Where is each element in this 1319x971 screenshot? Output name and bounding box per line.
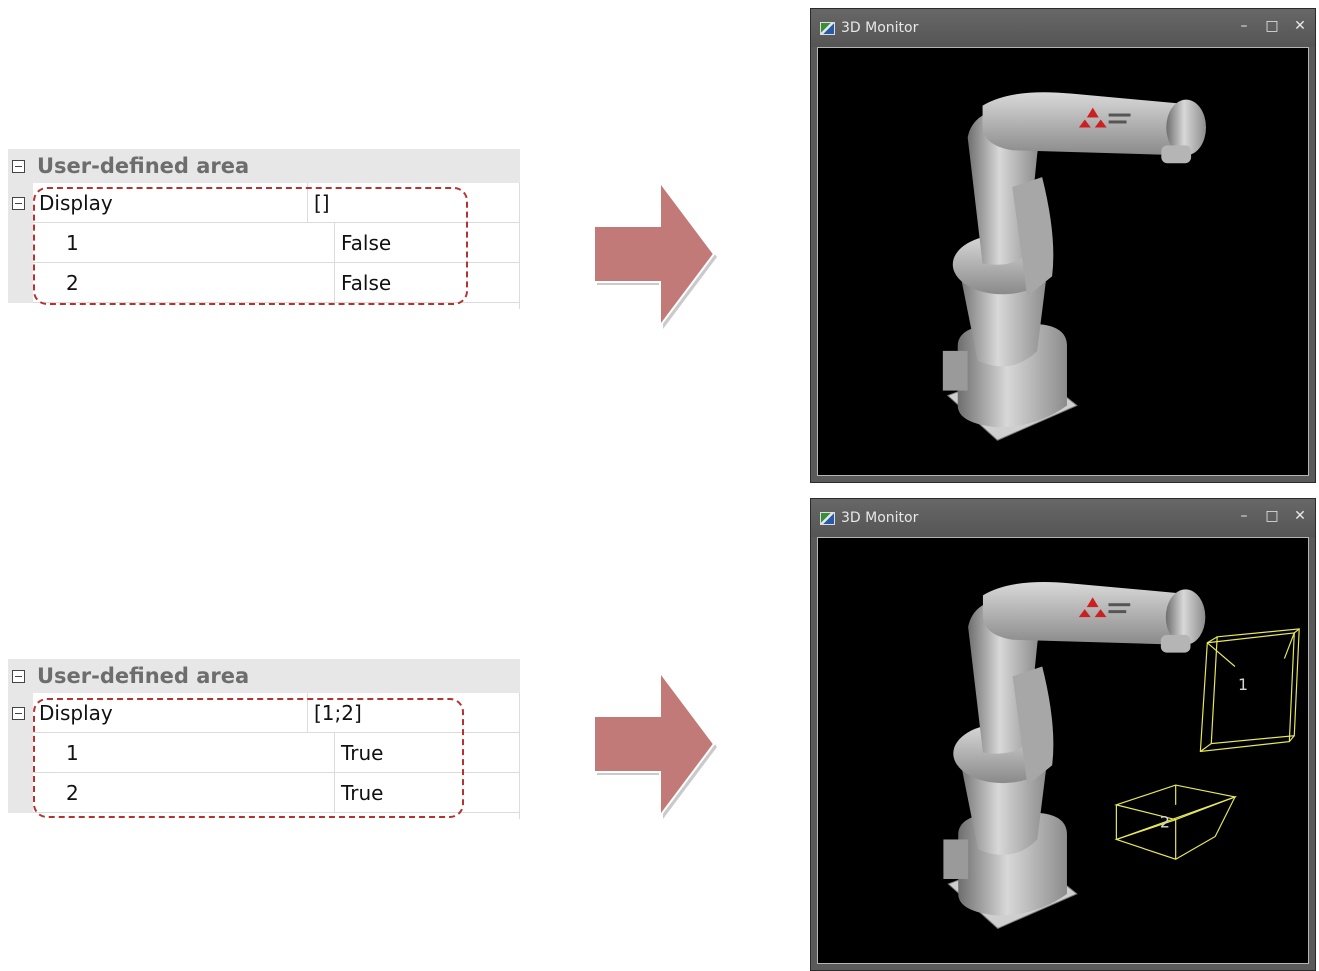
section-title: User-defined area [37,154,250,178]
app-icon [820,511,835,525]
right-arrow-icon [593,179,717,329]
property-value[interactable]: [1;2] [308,693,520,733]
property-row-display[interactable]: Display [] [8,183,520,223]
property-row-item-2[interactable]: 2 True [8,773,520,813]
close-icon[interactable]: ✕ [1293,508,1307,524]
property-name: Display [33,183,308,223]
property-row-item-1[interactable]: 1 False [8,223,520,263]
property-value[interactable]: False [335,263,520,303]
3d-viewport[interactable] [817,47,1309,476]
property-name: 1 [33,733,335,773]
user-area-box-1 [1199,628,1300,753]
property-name: Display [33,693,308,733]
property-name: 2 [33,263,335,303]
window-title: 3D Monitor [841,20,919,36]
property-value[interactable]: True [335,773,520,813]
collapse-icon[interactable] [12,197,25,210]
section-title: User-defined area [37,664,250,688]
area-label-1: 1 [1238,675,1248,694]
section-header[interactable]: User-defined area [8,149,520,183]
property-value[interactable]: False [335,223,520,263]
property-grid-top: User-defined area Display [] 1 False 2 F… [8,149,520,309]
collapse-icon[interactable] [12,669,25,683]
area-label-2: 2 [1160,813,1170,832]
window-titlebar[interactable]: 3D Monitor – □ ✕ [811,9,1315,47]
monitor-window[interactable]: 3D Monitor – □ ✕ 1 2 [810,498,1316,971]
window-title: 3D Monitor [841,510,919,526]
property-grid-bottom: User-defined area Display [1;2] 1 True 2… [8,659,520,819]
collapse-icon[interactable] [12,159,25,173]
property-row-item-1[interactable]: 1 True [8,733,520,773]
property-row-display[interactable]: Display [1;2] [8,693,520,733]
section-header[interactable]: User-defined area [8,659,520,693]
collapse-icon[interactable] [12,707,25,720]
minimize-icon[interactable]: – [1237,508,1251,524]
property-name: 1 [33,223,335,263]
3d-viewport[interactable]: 1 2 [817,537,1309,964]
user-area-box-2 [1114,784,1238,860]
window-titlebar[interactable]: 3D Monitor – □ ✕ [811,499,1315,537]
right-arrow-icon [593,669,717,819]
robot-arm-model [942,91,1207,441]
maximize-icon[interactable]: □ [1265,508,1279,524]
property-value[interactable]: [] [308,183,520,223]
close-icon[interactable]: ✕ [1293,18,1307,34]
robot-arm-model: 1 2 [942,581,1300,929]
monitor-window[interactable]: 3D Monitor – □ ✕ [810,8,1316,483]
property-value[interactable]: True [335,733,520,773]
property-row-item-2[interactable]: 2 False [8,263,520,303]
app-icon [820,21,835,35]
property-name: 2 [33,773,335,813]
minimize-icon[interactable]: – [1237,18,1251,34]
maximize-icon[interactable]: □ [1265,18,1279,34]
